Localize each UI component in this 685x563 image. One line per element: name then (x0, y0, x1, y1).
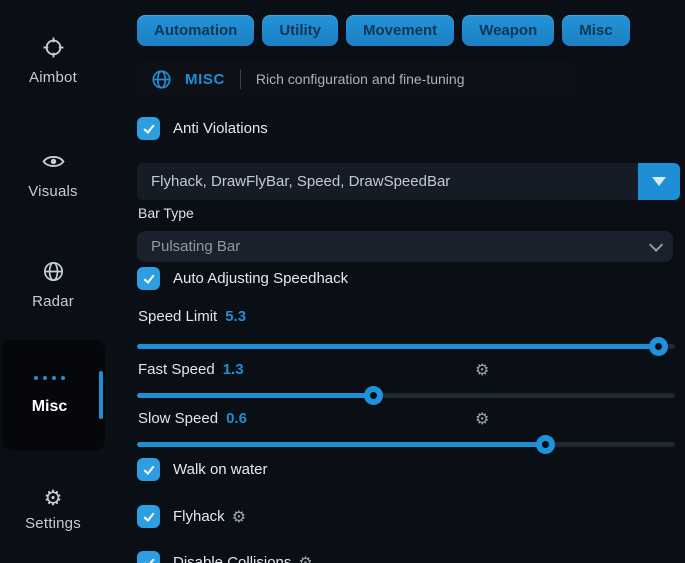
fast-speed-value: 1.3 (223, 361, 244, 378)
speed-limit-value: 5.3 (225, 308, 246, 325)
tab-weapon[interactable]: Weapon (462, 15, 554, 46)
checkbox-row-anti-violations: Anti Violations (137, 117, 268, 140)
misc-panel: Automation Utility Movement Weapon Misc … (137, 0, 680, 563)
sidebar-item-misc-active[interactable]: Misc (2, 340, 105, 450)
bar-type-select[interactable]: Pulsating Bar (137, 231, 673, 262)
bar-multiselect[interactable]: Flyhack, DrawFlyBar, Speed, DrawSpeedBar (137, 163, 680, 200)
sidebar-item-label: Aimbot (0, 69, 106, 86)
sidebar: Aimbot Visuals Radar Mi (0, 0, 120, 563)
slow-speed-value: 0.6 (226, 410, 247, 427)
fast-speed-slider[interactable] (137, 393, 675, 398)
checkbox-row-walk-on-water: Walk on water (137, 458, 267, 481)
checkbox-row-flyhack: Flyhack ⚙ (137, 505, 246, 528)
checkbox-label: Disable Collisions ⚙ (173, 554, 313, 563)
slow-speed-label: Slow Speed 0.6 (138, 410, 247, 427)
bar-multiselect-open-button[interactable] (638, 163, 680, 200)
sidebar-item-aimbot[interactable]: Aimbot (0, 36, 106, 86)
checkbox-label: Anti Violations (173, 120, 268, 137)
slider-fill (137, 442, 546, 447)
slow-speed-slider[interactable] (137, 442, 675, 447)
sidebar-item-label: Radar (0, 293, 106, 310)
bar-type-value: Pulsating Bar (151, 238, 240, 255)
checkbox-label: Flyhack ⚙ (173, 508, 246, 525)
divider (240, 69, 241, 89)
auto-adjusting-speedhack-checkbox[interactable] (137, 267, 160, 290)
slider-knob[interactable] (649, 337, 668, 356)
walk-on-water-checkbox[interactable] (137, 458, 160, 481)
checkbox-label: Auto Adjusting Speedhack (173, 270, 348, 287)
cheat-menu-window: Aimbot Visuals Radar Mi (0, 0, 685, 563)
sidebar-item-label: Settings (0, 515, 106, 532)
gear-icon[interactable]: ⚙ (298, 555, 312, 563)
globe-icon (151, 69, 172, 90)
slider-knob[interactable] (364, 386, 383, 405)
chevron-down-icon (649, 237, 663, 251)
globe-icon (42, 260, 65, 284)
checkbox-label: Walk on water (173, 461, 267, 478)
fast-speed-label: Fast Speed 1.3 (138, 361, 244, 378)
category-tabs: Automation Utility Movement Weapon Misc (137, 15, 630, 46)
slider-knob[interactable] (536, 435, 555, 454)
speed-limit-label: Speed Limit 5.3 (138, 308, 246, 325)
tab-automation[interactable]: Automation (137, 15, 254, 46)
sidebar-item-label: Visuals (0, 183, 106, 200)
ellipsis-icon (2, 376, 97, 380)
section-subtitle: Rich configuration and fine-tuning (256, 71, 465, 87)
bar-multiselect-value: Flyhack, DrawFlyBar, Speed, DrawSpeedBar (137, 163, 638, 200)
gear-icon[interactable]: ⚙ (475, 362, 489, 378)
flyhack-checkbox[interactable] (137, 505, 160, 528)
crosshair-icon (42, 36, 65, 60)
bar-type-label: Bar Type (138, 205, 194, 221)
slider-fill (137, 344, 659, 349)
gear-icon: ⚙ (44, 486, 63, 510)
disable-collisions-checkbox[interactable] (137, 551, 160, 563)
checkbox-row-auto-adjusting: Auto Adjusting Speedhack (137, 267, 348, 290)
active-accent-bar (99, 371, 103, 419)
sidebar-item-visuals[interactable]: Visuals (0, 150, 106, 200)
anti-violations-checkbox[interactable] (137, 117, 160, 140)
slider-fill (137, 393, 374, 398)
checkbox-row-disable-collisions: Disable Collisions ⚙ (137, 551, 313, 563)
triangle-down-icon (652, 177, 666, 186)
gear-icon[interactable]: ⚙ (232, 509, 246, 525)
speed-limit-slider[interactable] (137, 344, 675, 349)
section-header: MISC Rich configuration and fine-tuning (137, 60, 575, 98)
tab-movement[interactable]: Movement (346, 15, 454, 46)
gear-icon[interactable]: ⚙ (475, 411, 489, 427)
eye-icon (42, 150, 65, 174)
tab-utility[interactable]: Utility (262, 15, 338, 46)
sidebar-item-radar[interactable]: Radar (0, 260, 106, 310)
tab-misc[interactable]: Misc (562, 15, 629, 46)
sidebar-item-label: Misc (2, 398, 97, 416)
section-title: MISC (185, 71, 225, 88)
sidebar-item-settings[interactable]: ⚙ Settings (0, 486, 106, 532)
